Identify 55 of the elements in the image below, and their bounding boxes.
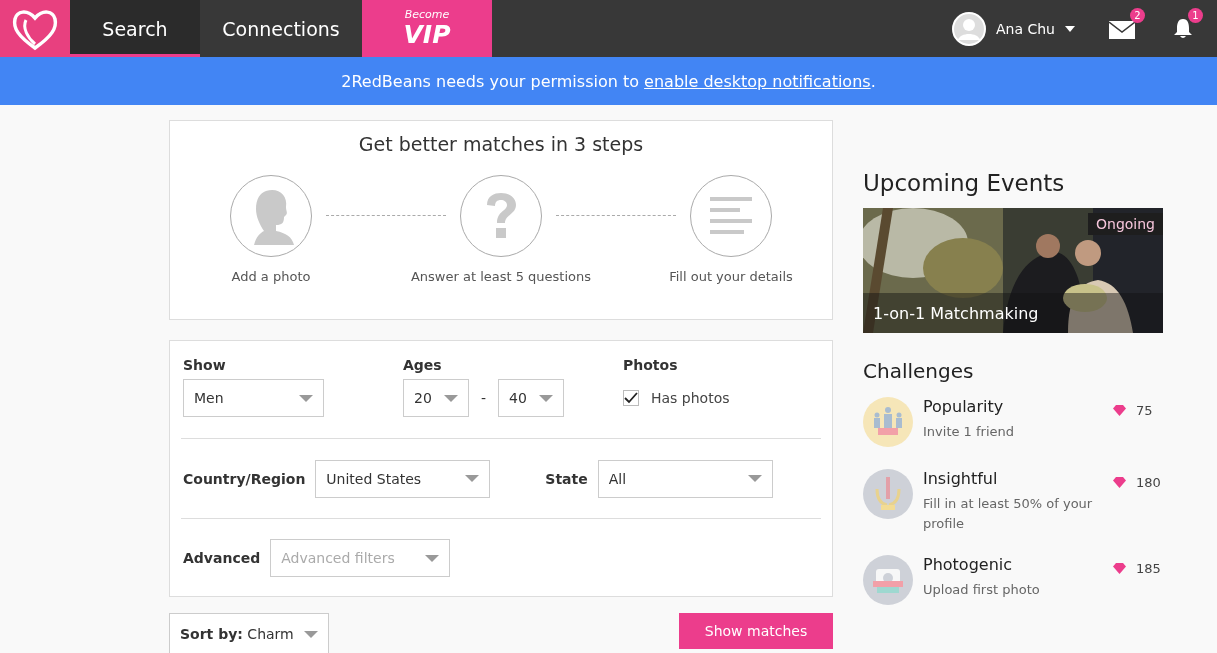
field-label: Country/Region — [183, 470, 306, 487]
camera-icon — [863, 555, 913, 605]
points-value: 75 — [1136, 403, 1153, 418]
section-title: Upcoming Events — [863, 170, 1066, 196]
max-age-dropdown[interactable]: 40 — [498, 379, 565, 417]
country-dropdown[interactable]: United States — [315, 459, 491, 498]
points-value: 180 — [1136, 475, 1161, 490]
challenge-title: Insightful — [923, 469, 999, 488]
field-label: Photos — [623, 357, 679, 373]
count-badge: 2 — [1130, 8, 1145, 23]
status-badge: Ongoing — [1088, 213, 1163, 235]
field-label: State — [545, 470, 588, 487]
trophy-icon — [863, 469, 913, 519]
show-dropdown[interactable]: Men — [183, 379, 324, 417]
step-label: Add a photo — [231, 269, 311, 284]
event-card[interactable]: Ongoing 1-on-1 Matchmaking — [863, 208, 1163, 333]
show-matches-button[interactable]: Show matches — [679, 613, 833, 649]
field-label: Ages — [403, 357, 443, 373]
challenge-description: Upload first photo — [923, 581, 1041, 599]
gem-icon — [1113, 563, 1126, 574]
messages-button[interactable]: 2 — [1109, 0, 1145, 57]
points-value: 185 — [1136, 561, 1161, 576]
enable-notifications-link[interactable]: enable desktop notifications — [644, 71, 871, 91]
bell-icon — [1173, 17, 1193, 40]
envelope-icon — [1109, 18, 1135, 39]
checkbox-label: Has photos — [651, 390, 730, 406]
min-age-dropdown[interactable]: 20 — [403, 379, 469, 417]
nav-tab[interactable]: Connections — [200, 0, 362, 57]
sort-dropdown[interactable]: Sort by: Charm — [169, 613, 329, 653]
challenge-title: Photogenic — [923, 555, 1014, 574]
state-dropdown[interactable]: All — [597, 459, 773, 498]
count-badge: 1 — [1188, 8, 1203, 23]
user-menu[interactable]: Ana Chu — [952, 0, 1075, 57]
gem-icon — [1113, 405, 1126, 416]
vip-button[interactable]: Become VIP — [362, 0, 492, 57]
challenge-title: Popularity — [923, 397, 1005, 416]
event-title: 1-on-1 Matchmaking — [873, 304, 1039, 323]
checkbox[interactable] — [623, 390, 639, 406]
field-label: Advanced — [183, 550, 261, 566]
range-separator: - — [481, 390, 487, 406]
field-label: Show — [183, 357, 227, 373]
step-label: Answer at least 5 questions — [410, 269, 592, 284]
steps-title: Get better matches in 3 steps — [357, 133, 645, 155]
section-title: Challenges — [863, 359, 975, 383]
step-label: Fill out your details — [669, 269, 793, 284]
podium-people-icon — [863, 397, 913, 447]
nav-tab[interactable]: Search — [70, 0, 200, 57]
notifications-button[interactable]: 1 — [1173, 0, 1203, 57]
avatar-icon — [952, 11, 986, 46]
notification-message: 2RedBeans needs your permission to enable desktop notifications. — [341, 71, 876, 91]
challenge-description: Fill in at least 50% of your profile — [923, 495, 1094, 533]
challenge-description: Invite 1 friend — [923, 423, 1016, 441]
gem-icon — [1113, 477, 1126, 488]
caret-icon — [1065, 25, 1075, 32]
logo[interactable] — [0, 0, 70, 57]
